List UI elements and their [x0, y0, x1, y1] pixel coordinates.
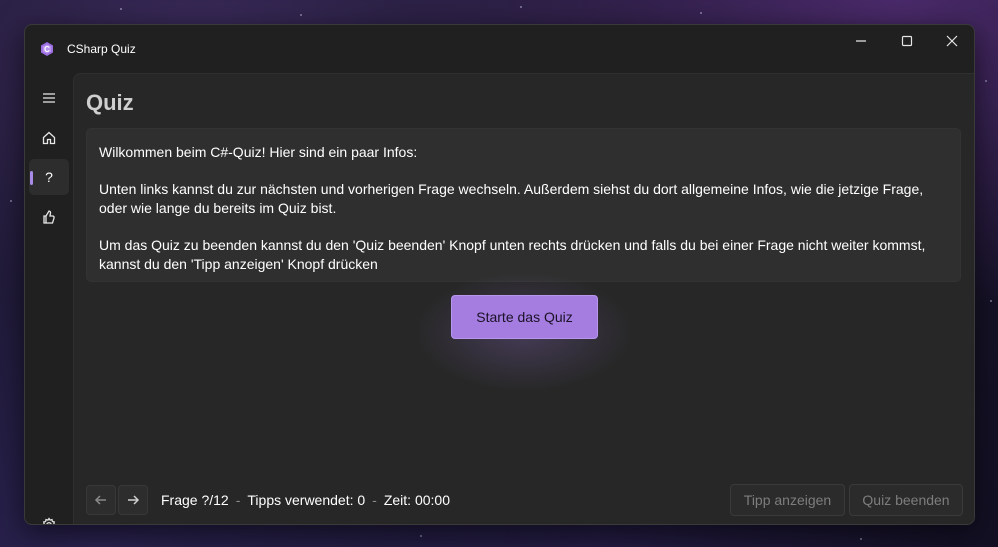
arrow-right-icon — [128, 495, 140, 505]
thumbs-up-icon — [43, 210, 55, 224]
nav-sidebar: ? — [25, 73, 73, 524]
info-controls-text: Um das Quiz zu beenden kannst du den 'Qu… — [99, 237, 926, 272]
previous-question-button[interactable] — [86, 485, 116, 515]
page-title: Quiz — [86, 90, 134, 115]
title-bar[interactable]: C CSharp Quiz — [25, 25, 974, 73]
close-icon — [946, 35, 958, 47]
start-quiz-button[interactable]: Starte das Quiz — [451, 295, 598, 339]
status-separator: - — [372, 492, 377, 508]
tips-used-counter: Tipps verwendet: 0 — [247, 492, 366, 508]
menu-toggle-button[interactable] — [29, 80, 69, 116]
info-welcome-text: Wilkommen beim C#-Quiz! Hier sind ein pa… — [99, 144, 418, 160]
maximize-icon — [901, 35, 913, 47]
window-title: CSharp Quiz — [67, 42, 136, 56]
nav-item-quiz[interactable]: ? — [29, 159, 69, 195]
quiz-status: Frage ?/12- Tipps verwendet: 0- Zeit: 00:0… — [161, 492, 450, 508]
home-icon — [42, 131, 56, 145]
footer-bar: Frage ?/12- Tipps verwendet: 0- Zeit: 00:0… — [74, 476, 974, 524]
end-quiz-button[interactable]: Quiz beenden — [849, 484, 963, 516]
hamburger-icon — [43, 93, 55, 103]
close-button[interactable] — [930, 25, 974, 57]
show-tip-button[interactable]: Tipp anzeigen — [730, 484, 845, 516]
csharp-logo-icon: C — [39, 41, 55, 57]
question-counter: Frage ?/12 — [161, 492, 229, 508]
minimize-button[interactable] — [839, 25, 883, 57]
info-card: Wilkommen beim C#-Quiz! Hier sind ein pa… — [86, 128, 961, 282]
active-indicator — [30, 171, 33, 185]
main-content: Quiz Wilkommen beim C#-Quiz! Hier sind e… — [73, 73, 974, 524]
minimize-icon — [856, 40, 866, 42]
gear-icon — [42, 517, 56, 524]
nav-item-home[interactable] — [29, 120, 69, 156]
nav-item-tips[interactable] — [29, 199, 69, 235]
app-window: C CSharp Quiz ? Quiz Wilkommen beim C#-Q… — [24, 24, 975, 525]
next-question-button[interactable] — [118, 485, 148, 515]
status-separator: - — [235, 492, 241, 508]
settings-button[interactable] — [29, 507, 69, 524]
question-icon: ? — [45, 169, 53, 185]
svg-text:C: C — [44, 45, 50, 54]
arrow-left-icon — [94, 495, 106, 505]
info-navigation-text: Unten links kannst du zur nächsten und v… — [99, 181, 924, 216]
elapsed-time: Zeit: 00:00 — [383, 492, 450, 508]
maximize-button[interactable] — [885, 25, 929, 57]
